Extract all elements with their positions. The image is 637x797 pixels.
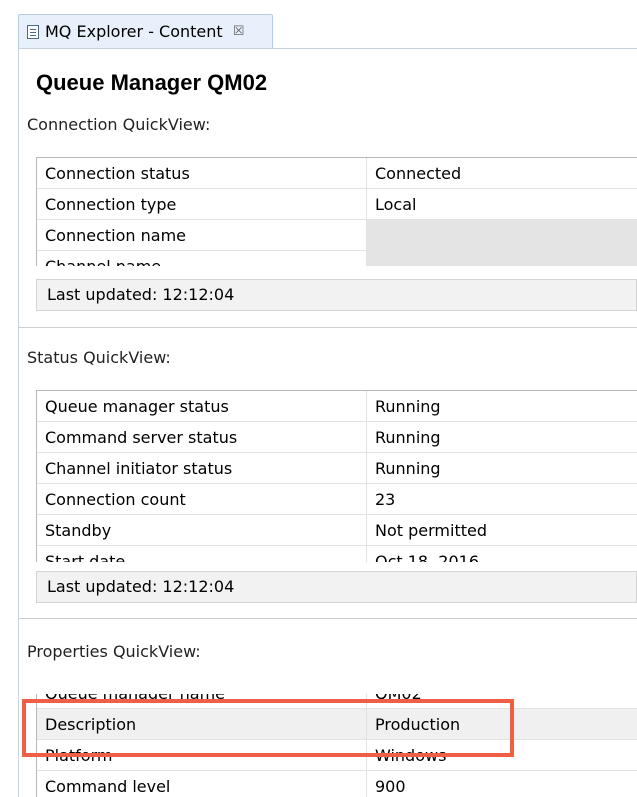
property-name: Connection name [37,220,367,250]
property-value [367,251,637,266]
property-name: Connection count [37,484,367,514]
property-value: Running [375,459,441,478]
property-value: Local [375,195,417,214]
property-name: Standby [37,515,367,545]
table-row[interactable]: Command server status Running [37,422,637,453]
table-row[interactable]: Channel initiator status Running [37,453,637,484]
property-value: Oct 18, 2016 [375,552,479,562]
property-value: Windows [375,746,447,765]
property-value [367,220,637,250]
property-name: Queue manager name [37,694,367,708]
table-row[interactable]: Connection status Connected [37,158,637,189]
connection-quickview-table: Connection status Connected Connection t… [36,157,637,266]
property-name: Channel initiator status [37,453,367,483]
table-row[interactable]: Connection type Local [37,189,637,220]
table-row[interactable]: Connection name [37,220,637,251]
table-row[interactable]: Start date Oct 18, 2016 [37,546,637,562]
properties-quickview-label: Properties QuickView: [27,642,201,661]
property-name: Command level [37,771,367,797]
table-row-selected[interactable]: Description Production [37,709,637,740]
property-value: Running [375,397,441,416]
tab-title: MQ Explorer - Content [45,22,223,41]
section-divider [18,618,637,619]
page-title: Queue Manager QM02 [36,70,268,95]
document-icon [27,24,39,39]
property-name: Connection type [37,189,367,219]
property-value: Production [375,715,461,734]
property-value: 900 [375,777,406,796]
property-value: Connected [375,164,462,183]
status-quickview-label: Status QuickView: [27,348,171,367]
table-row[interactable]: Standby Not permitted [37,515,637,546]
table-row[interactable]: Command level 900 [37,771,637,797]
table-row[interactable]: Queue manager name QM02 [37,694,637,709]
connection-last-updated: Last updated: 12:12:04 [36,279,637,311]
property-name: Description [37,709,367,739]
property-name: Platform [37,740,367,770]
property-value: 23 [375,490,396,509]
property-value: Not permitted [375,521,487,540]
tab-mq-explorer-content[interactable]: MQ Explorer - Content ☒ [18,14,273,48]
property-name: Command server status [37,422,367,452]
table-row[interactable]: Queue manager status Running [37,391,637,422]
table-row[interactable]: Platform Windows [37,740,637,771]
editor-tab-bar: MQ Explorer - Content ☒ [0,0,637,50]
table-row[interactable]: Connection count 23 [37,484,637,515]
status-last-updated: Last updated: 12:12:04 [36,571,637,603]
property-name: Queue manager status [37,391,367,421]
properties-quickview-table: Queue manager name QM02 Description Prod… [36,694,637,797]
property-value: Running [375,428,441,447]
property-name: Start date [37,546,367,562]
property-name: Connection status [37,158,367,188]
table-row[interactable]: Channel name [37,251,637,266]
section-divider [18,327,637,328]
close-tab-icon[interactable]: ☒ [233,24,245,39]
property-name: Channel name [37,251,367,266]
status-quickview-table: Queue manager status Running Command ser… [36,390,637,562]
connection-quickview-label: Connection QuickView: [27,115,211,134]
property-value: QM02 [367,694,637,708]
